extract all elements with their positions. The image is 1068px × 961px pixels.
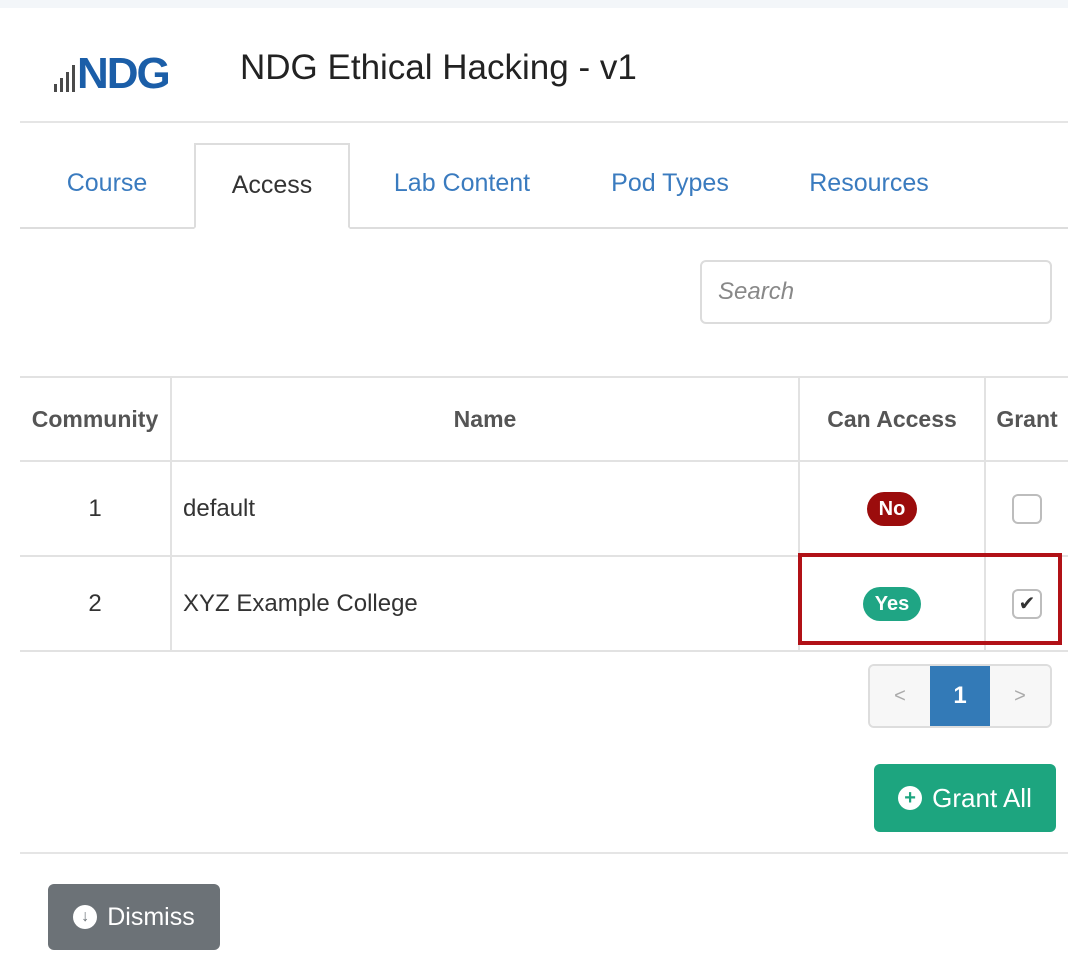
grant-cell: ✔ <box>984 555 1068 652</box>
can-access-cell: No <box>798 460 986 557</box>
community-name: default <box>170 460 800 557</box>
tab-resources[interactable]: Resources <box>784 143 954 227</box>
header-divider <box>20 121 1068 123</box>
checkmark-icon: ✔ <box>1018 592 1036 615</box>
grant-cell <box>984 460 1068 557</box>
tab-bar: Course Access Lab Content Pod Types Reso… <box>20 143 1068 229</box>
tab-course[interactable]: Course <box>20 143 194 227</box>
community-id: 2 <box>20 555 172 652</box>
status-badge: Yes <box>862 586 922 621</box>
col-header-can-access[interactable]: Can Access <box>798 376 986 462</box>
tab-lab-content[interactable]: Lab Content <box>366 143 558 227</box>
ndg-logo: NDG <box>54 46 171 98</box>
status-badge: No <box>866 491 918 526</box>
community-name: XYZ Example College <box>170 555 800 652</box>
tab-access[interactable]: Access <box>194 143 350 229</box>
arrow-down-circle-icon: ↓ <box>73 905 98 929</box>
pagination: < 1 > <box>868 664 1052 728</box>
table-row: 2 XYZ Example College Yes ✔ <box>20 555 1068 652</box>
signal-bars-icon <box>54 56 75 96</box>
col-header-name[interactable]: Name <box>170 376 800 462</box>
can-access-cell: Yes <box>798 555 986 652</box>
pagination-page-button[interactable]: 1 <box>930 666 990 726</box>
community-id: 1 <box>20 460 172 557</box>
community-access-table: Community Name Can Access Grant 1 defaul… <box>20 376 1068 652</box>
plus-circle-icon: + <box>898 786 923 810</box>
footer-divider <box>20 852 1068 854</box>
tab-pod-types[interactable]: Pod Types <box>584 143 756 227</box>
dismiss-label: Dismiss <box>107 902 195 931</box>
grant-checkbox[interactable] <box>1012 493 1042 524</box>
logo-text: NDG <box>77 49 171 98</box>
col-header-grant[interactable]: Grant <box>984 376 1068 462</box>
search-input[interactable] <box>700 260 1052 324</box>
pagination-prev-button[interactable]: < <box>870 666 930 726</box>
col-header-community[interactable]: Community <box>20 376 172 462</box>
table-row: 1 default No <box>20 460 1068 557</box>
table-header-row: Community Name Can Access Grant <box>20 376 1068 462</box>
page-title: NDG Ethical Hacking - v1 <box>240 48 637 87</box>
grant-all-label: Grant All <box>932 782 1032 813</box>
course-dialog: NDG NDG Ethical Hacking - v1 Course Acce… <box>20 8 1068 961</box>
grant-all-button[interactable]: + Grant All <box>874 764 1056 832</box>
pagination-next-button[interactable]: > <box>990 666 1050 726</box>
grant-checkbox[interactable]: ✔ <box>1012 588 1042 619</box>
dismiss-button[interactable]: ↓ Dismiss <box>48 884 220 950</box>
top-strip <box>0 0 1068 8</box>
